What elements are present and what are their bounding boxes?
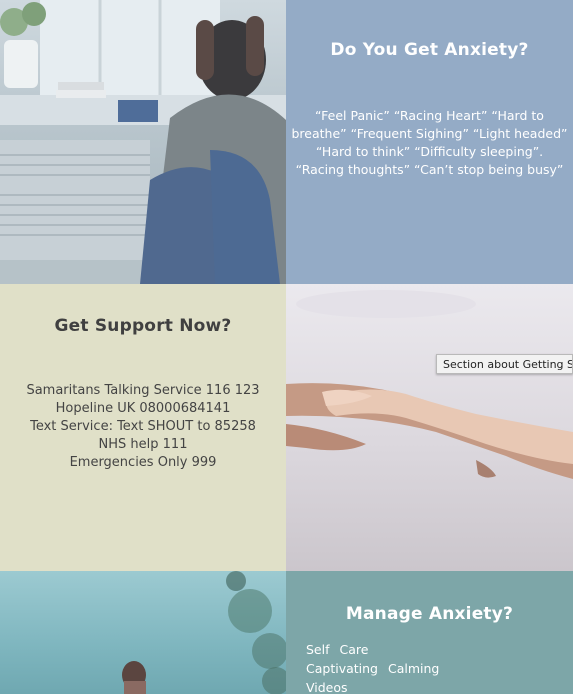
support-line-nhs: NHS help 111: [98, 437, 188, 452]
anxiety-symptoms-quote: “Feel Panic” “Racing Heart” “Hard to bre…: [291, 108, 568, 177]
anxiety-heading: Do You Get Anxiety?: [330, 40, 529, 60]
calming-link[interactable]: Calming: [388, 661, 439, 676]
support-contacts-list: Samaritans Talking Service 116 123 Hopel…: [0, 382, 286, 472]
manage-links: Self Care Captivating Calming Videos: [306, 640, 445, 694]
holding-hands-photo: [286, 284, 573, 571]
self-care-link-self[interactable]: Self: [306, 642, 330, 657]
captivating-link[interactable]: Captivating: [306, 661, 378, 676]
anxious-person-photo: [0, 0, 286, 284]
woman-meditating-photo: [0, 571, 286, 694]
videos-link[interactable]: Videos: [306, 680, 348, 694]
tooltip-section-support: Section about Getting Support: [436, 354, 573, 374]
self-care-link-care[interactable]: Care: [339, 642, 368, 657]
manage-anxiety-panel: Manage Anxiety? Self Care Captivating Ca…: [286, 571, 573, 694]
support-info-panel: Get Support Now? Samaritans Talking Serv…: [0, 284, 286, 571]
support-line-hopeline: Hopeline UK 08000684141: [55, 401, 231, 416]
anxiety-info-panel: Do You Get Anxiety? “Feel Panic” “Racing…: [286, 0, 573, 284]
support-line-text-service: Text Service: Text SHOUT to 85258: [30, 419, 256, 434]
support-line-emergencies: Emergencies Only 999: [69, 455, 217, 470]
support-heading: Get Support Now?: [54, 316, 232, 336]
manage-heading: Manage Anxiety?: [345, 604, 514, 624]
support-line-samaritans: Samaritans Talking Service 116 123: [26, 383, 260, 398]
